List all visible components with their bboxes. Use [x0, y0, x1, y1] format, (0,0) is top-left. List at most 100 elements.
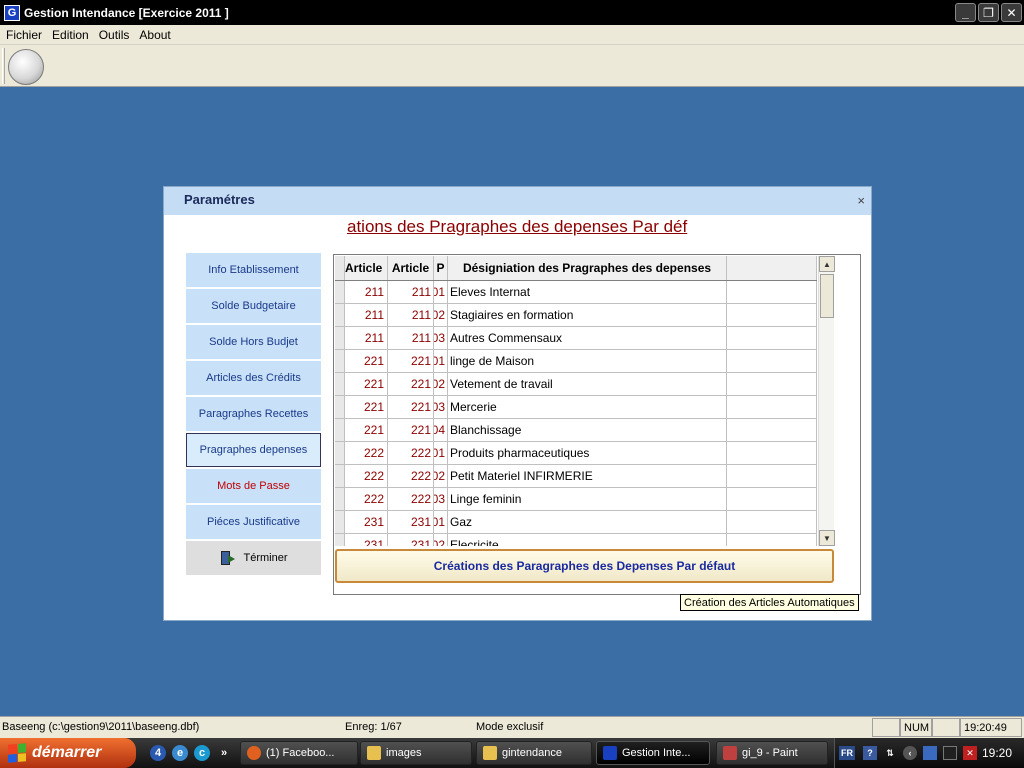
row-selector[interactable] [335, 373, 345, 395]
cell-p[interactable]: 01 [434, 350, 448, 372]
cell-article[interactable]: 211 [345, 304, 388, 326]
cell-article2[interactable]: 211 [388, 304, 434, 326]
tray-network-icon[interactable]: ⇅ [883, 746, 897, 760]
cell-p[interactable]: 01 [434, 442, 448, 464]
cell-article[interactable]: 222 [345, 442, 388, 464]
cell-article[interactable]: 221 [345, 419, 388, 441]
cell-article[interactable]: 221 [345, 396, 388, 418]
cell-article2[interactable]: 211 [388, 281, 434, 303]
taskbar-item-images[interactable]: images [360, 741, 472, 765]
row-selector[interactable] [335, 281, 345, 303]
minimize-button[interactable]: _ [955, 3, 976, 22]
start-button[interactable]: démarrer [0, 738, 136, 768]
create-paragraphes-button[interactable]: Créations des Paragraphes des Depenses P… [335, 549, 834, 583]
cell-extra[interactable] [727, 350, 817, 372]
table-row[interactable]: 22222201Produits pharmaceutiques [335, 442, 817, 465]
dialog-close-icon[interactable]: × [857, 193, 865, 208]
cell-article[interactable]: 221 [345, 373, 388, 395]
sidebar-item-info-etablissement[interactable]: Info Etablissement [186, 253, 321, 287]
cell-article2[interactable]: 231 [388, 511, 434, 533]
cell-extra[interactable] [727, 511, 817, 533]
toolbar-grip[interactable] [2, 48, 5, 84]
cell-designation[interactable]: Petit Materiel INFIRMERIE [448, 465, 727, 487]
round-toolbar-button[interactable] [8, 49, 44, 85]
cell-p[interactable]: 01 [434, 281, 448, 303]
cell-article2[interactable]: 222 [388, 442, 434, 464]
cell-article2[interactable]: 221 [388, 350, 434, 372]
table-row[interactable]: 22222203Linge feminin [335, 488, 817, 511]
cell-designation[interactable]: Gaz [448, 511, 727, 533]
cell-extra[interactable] [727, 281, 817, 303]
cell-p[interactable]: 01 [434, 511, 448, 533]
cell-designation[interactable]: Mercerie [448, 396, 727, 418]
taskbar-item-facebook[interactable]: (1) Faceboo... [240, 741, 358, 765]
cell-designation[interactable]: Vetement de travail [448, 373, 727, 395]
quicklaunch-more-icon[interactable]: » [216, 745, 232, 761]
cell-extra[interactable] [727, 534, 817, 546]
vertical-scrollbar[interactable]: ▲ ▼ [818, 256, 835, 546]
cell-article2[interactable]: 221 [388, 373, 434, 395]
col-header-article2[interactable]: Article [388, 256, 434, 280]
table-row[interactable]: 21121101Eleves Internat [335, 281, 817, 304]
table-row[interactable]: 22122102Vetement de travail [335, 373, 817, 396]
row-selector[interactable] [335, 488, 345, 510]
tray-security-icon[interactable]: ✕ [963, 746, 977, 760]
row-selector[interactable] [335, 350, 345, 372]
close-button[interactable]: ✕ [1001, 3, 1022, 22]
row-selector[interactable] [335, 511, 345, 533]
sidebar-item-solde-hors-budjet[interactable]: Solde Hors Budjet [186, 325, 321, 359]
taskbar-item-gestion[interactable]: Gestion Inte... [596, 741, 710, 765]
cell-article[interactable]: 221 [345, 350, 388, 372]
cell-extra[interactable] [727, 327, 817, 349]
row-selector[interactable] [335, 396, 345, 418]
menu-about[interactable]: About [135, 28, 174, 42]
row-selector[interactable] [335, 327, 345, 349]
cell-article2[interactable]: 221 [388, 396, 434, 418]
cell-designation[interactable]: linge de Maison [448, 350, 727, 372]
cell-designation[interactable]: Eleves Internat [448, 281, 727, 303]
row-selector[interactable] [335, 442, 345, 464]
sidebar-item-solde-budgetaire[interactable]: Solde Budgetaire [186, 289, 321, 323]
cell-extra[interactable] [727, 488, 817, 510]
cell-article[interactable]: 222 [345, 488, 388, 510]
quicklaunch-ie-icon[interactable]: e [172, 745, 188, 761]
tray-app-icon[interactable] [943, 746, 957, 760]
sidebar-item-paragraphes-recettes[interactable]: Paragraphes Recettes [186, 397, 321, 431]
cell-extra[interactable] [727, 442, 817, 464]
menu-edition[interactable]: Edition [48, 28, 93, 42]
row-selector[interactable] [335, 304, 345, 326]
taskbar-item-gintendance[interactable]: gintendance [476, 741, 592, 765]
cell-designation[interactable]: Elecricite [448, 534, 727, 546]
row-selector[interactable] [335, 534, 345, 546]
cell-article2[interactable]: 221 [388, 419, 434, 441]
scroll-down-icon[interactable]: ▼ [819, 530, 835, 546]
menu-outils[interactable]: Outils [95, 28, 134, 42]
cell-extra[interactable] [727, 419, 817, 441]
table-row[interactable]: 22122101linge de Maison [335, 350, 817, 373]
taskbar-item-paint[interactable]: gi_9 - Paint [716, 741, 828, 765]
sidebar-item-articles-credits[interactable]: Articles des Crédits [186, 361, 321, 395]
cell-article[interactable]: 231 [345, 534, 388, 546]
cell-p[interactable]: 03 [434, 488, 448, 510]
col-header-p[interactable]: P [434, 256, 448, 280]
cell-designation[interactable]: Autres Commensaux [448, 327, 727, 349]
terminer-button[interactable]: Términer [186, 541, 321, 575]
cell-designation[interactable]: Stagiaires en formation [448, 304, 727, 326]
tray-expand-icon[interactable]: ‹ [903, 746, 917, 760]
cell-p[interactable]: 02 [434, 465, 448, 487]
cell-article2[interactable]: 231 [388, 534, 434, 546]
row-selector[interactable] [335, 465, 345, 487]
cell-article[interactable]: 231 [345, 511, 388, 533]
restore-button[interactable]: ❐ [978, 3, 999, 22]
quicklaunch-c-icon[interactable]: c [194, 745, 210, 761]
cell-extra[interactable] [727, 304, 817, 326]
cell-article2[interactable]: 222 [388, 488, 434, 510]
table-row[interactable]: 22122104Blanchissage [335, 419, 817, 442]
cell-article[interactable]: 211 [345, 281, 388, 303]
cell-extra[interactable] [727, 373, 817, 395]
cell-p[interactable]: 03 [434, 396, 448, 418]
sidebar-item-pieces-justificative[interactable]: Piéces Justificative [186, 505, 321, 539]
tray-display-icon[interactable] [923, 746, 937, 760]
cell-extra[interactable] [727, 396, 817, 418]
table-row[interactable]: 21121103Autres Commensaux [335, 327, 817, 350]
